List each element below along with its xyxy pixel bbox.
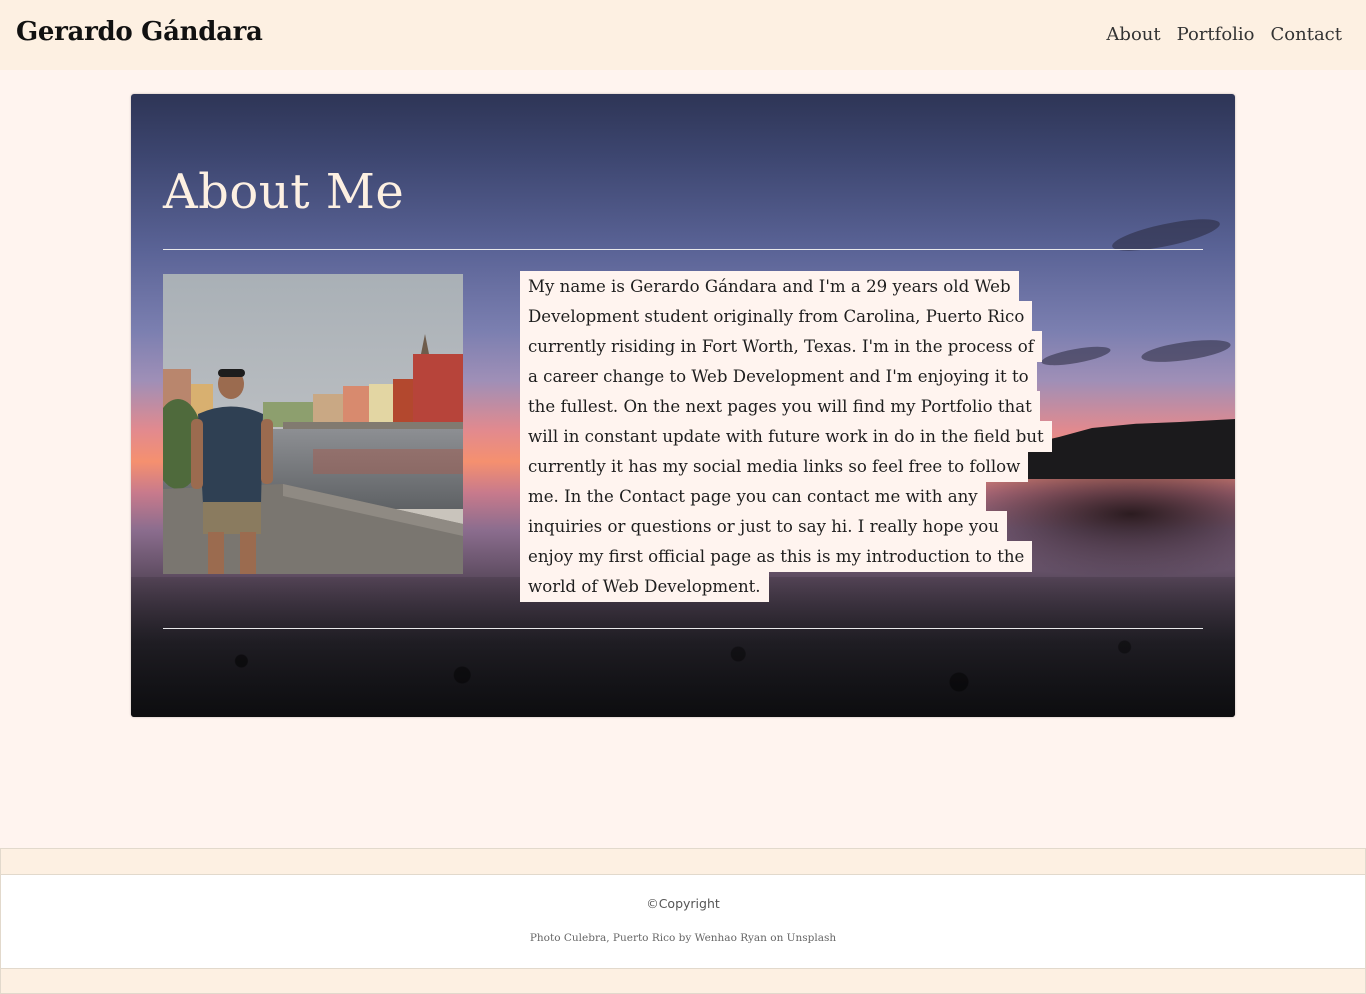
photo-credit-text: Photo Culebra, Puerto Rico by Wenhao Rya… — [529, 932, 837, 944]
navbar: Gerardo Gándara About Portfolio Contact — [0, 0, 1366, 70]
copyright-text: ©Copyright — [646, 896, 720, 911]
nav-link-about[interactable]: About — [1106, 24, 1160, 45]
bio-text: My name is Gerardo Gándara and I'm a 29 … — [520, 271, 1052, 602]
nav-link-portfolio[interactable]: Portfolio — [1177, 24, 1255, 45]
footer: ©Copyright Photo Culebra, Puerto Rico by… — [0, 848, 1366, 994]
nav-links: About Portfolio Contact — [1106, 24, 1342, 45]
profile-photo — [163, 274, 463, 574]
page-title: About Me — [163, 164, 405, 220]
divider-bottom — [163, 628, 1203, 629]
footer-body: ©Copyright Photo Culebra, Puerto Rico by… — [1, 874, 1365, 969]
about-card: About Me My name is Gerardo Gándara and … — [131, 94, 1235, 717]
bio-paragraph: My name is Gerardo Gándara and I'm a 29 … — [520, 271, 1052, 602]
brand-link[interactable]: Gerardo Gándara — [16, 17, 263, 47]
divider-top — [163, 249, 1203, 250]
nav-link-contact[interactable]: Contact — [1271, 24, 1342, 45]
